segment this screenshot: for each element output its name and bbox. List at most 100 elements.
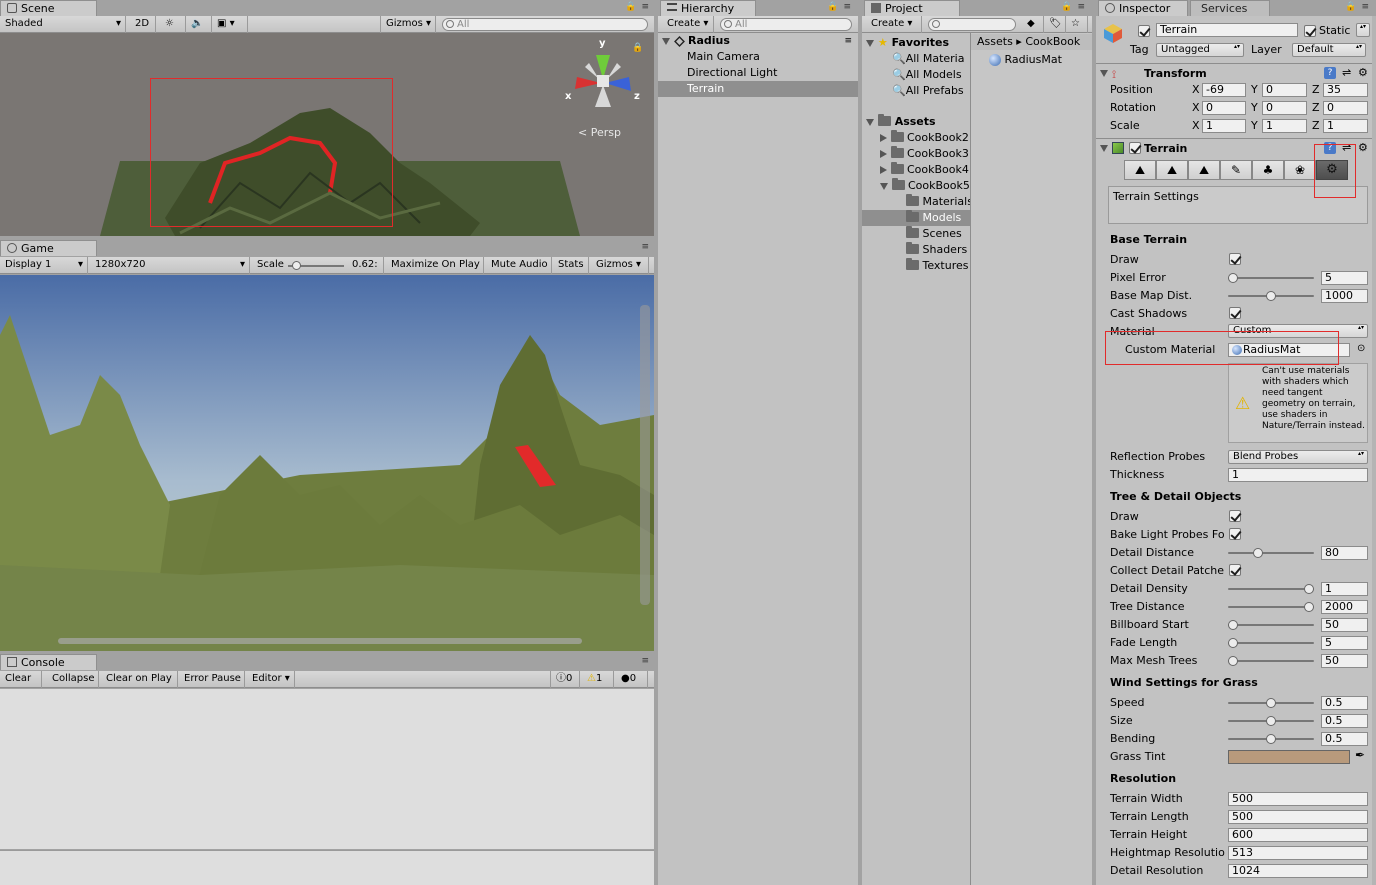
favorites-row[interactable]: ★ Favorites [862,35,970,51]
scene-gizmos-dropdown[interactable]: Gizmos ▾ [380,16,436,33]
game-tab[interactable]: Game [0,240,97,256]
custom-material-field[interactable]: RadiusMat [1228,343,1350,357]
expand-arrow-icon[interactable] [1100,145,1108,152]
terrain-settings-tool[interactable]: ⚙ [1316,160,1348,180]
asset-subfolder[interactable]: Shaders [862,242,970,258]
tag-dropdown[interactable]: Untagged [1156,43,1244,57]
project-create-dropdown[interactable]: Create ▾ [866,16,922,33]
inspector-scrollbar[interactable] [1372,16,1376,885]
scale-slider[interactable]: Scale 0.62: [252,257,384,274]
gameobject-active-checkbox[interactable] [1138,25,1150,37]
base-map-dist-input[interactable]: 1000 [1321,289,1368,303]
display-dropdown[interactable]: Display 1 ▾ [0,257,88,274]
search-by-label-icon[interactable]: 🏷 [1044,16,1066,33]
layer-dropdown[interactable]: Default [1292,43,1366,57]
billboard-start-input[interactable]: 50 [1321,618,1368,632]
game-horizontal-scrollbar[interactable] [58,638,582,644]
expand-arrow-icon[interactable] [880,182,888,190]
lighting-toggle-icon[interactable]: ☼ [160,16,186,33]
paint-texture-tool[interactable]: ✎ [1220,160,1252,180]
hierarchy-item[interactable]: Main Camera [658,49,858,65]
mute-audio-button[interactable]: Mute Audio [486,257,552,274]
audio-toggle-icon[interactable]: 🔈 [186,16,212,33]
asset-subfolder[interactable]: Scenes [862,226,970,242]
editor-dropdown[interactable]: Editor ▾ [247,671,295,688]
scene-viewport[interactable]: y x z < Persp 🔒 [0,33,654,236]
fade-length-input[interactable]: 5 [1321,636,1368,650]
console-collapse-button[interactable]: Collapse [47,671,99,688]
hierarchy-create-dropdown[interactable]: Create ▾ [662,16,714,33]
base-map-dist-slider[interactable] [1228,289,1314,303]
favorite-icon[interactable]: ☆ [1066,16,1088,33]
raise-lower-terrain-tool[interactable]: ⛰ [1124,160,1156,180]
wind-bending-slider[interactable] [1228,732,1314,746]
detail-density-input[interactable]: 1 [1321,582,1368,596]
rotation-y-input[interactable]: 0 [1262,101,1307,115]
wind-bending-input[interactable]: 0.5 [1321,732,1368,746]
project-window-menu-icon[interactable]: 🔒 ≡ [1061,2,1086,12]
hierarchy-tab[interactable]: Hierarchy [660,0,756,16]
slider-knob[interactable] [1228,620,1238,630]
favorite-item[interactable]: 🔍All Models [862,67,970,83]
collapsed-arrow-icon[interactable] [880,150,887,158]
asset-subfolder[interactable]: Textures [862,258,970,274]
heightmap-resolution-input[interactable]: 513 [1228,846,1368,860]
paint-details-tool[interactable]: ❀ [1284,160,1316,180]
hierarchy-window-menu-icon[interactable]: 🔒 ≡ [827,2,852,12]
scale-slider-knob[interactable] [292,261,301,270]
position-z-input[interactable]: 35 [1323,83,1368,97]
hierarchy-scene-row[interactable]: Radius ≡ [658,33,858,49]
preset-icon[interactable]: ⇌ [1342,66,1351,79]
hierarchy-item[interactable]: Directional Light [658,65,858,81]
stats-button[interactable]: Stats [553,257,589,274]
wind-size-input[interactable]: 0.5 [1321,714,1368,728]
error-pause-button[interactable]: Error Pause [179,671,245,688]
error-count-toggle[interactable]: ●0 [616,671,648,688]
slider-knob[interactable] [1228,273,1238,283]
detail-density-slider[interactable] [1228,582,1314,596]
console-window-menu-icon[interactable]: ≡ [641,656,650,666]
inspector-tab[interactable]: Inspector [1098,0,1188,16]
rotation-z-input[interactable]: 0 [1323,101,1368,115]
slider-knob[interactable] [1304,584,1314,594]
slider-knob[interactable] [1266,291,1276,301]
slider-knob[interactable] [1228,638,1238,648]
terrain-height-input[interactable]: 600 [1228,828,1368,842]
gear-icon[interactable]: ⚙ [1358,66,1368,79]
console-detail-area[interactable] [0,850,654,885]
object-picker-icon[interactable]: ⊙ [1357,343,1365,354]
scene-menu-icon[interactable]: ≡ [844,33,852,49]
favorite-item[interactable]: 🔍All Prefabs [862,83,970,99]
scene-window-menu-icon[interactable]: 🔒 ≡ [625,2,650,12]
hierarchy-item-selected[interactable]: Terrain [658,81,858,97]
shading-dropdown[interactable]: Shaded ▾ [0,16,126,33]
console-log-area[interactable] [0,689,654,849]
slider-knob[interactable] [1266,734,1276,744]
cast-shadows-checkbox[interactable] [1229,307,1241,319]
material-dropdown[interactable]: Custom [1228,324,1368,338]
max-mesh-trees-input[interactable]: 50 [1321,654,1368,668]
max-mesh-trees-slider[interactable] [1228,654,1314,668]
asset-folder[interactable]: CookBook3 [862,146,970,162]
tree-draw-checkbox[interactable] [1229,510,1241,522]
expand-arrow-icon[interactable] [662,37,670,45]
terrain-component-header[interactable]: Terrain ? ⇌ ⚙ [1096,141,1376,157]
collapsed-arrow-icon[interactable] [880,134,887,142]
scene-search-input[interactable]: All [442,18,648,31]
asset-folder[interactable]: CookBook5 [862,178,970,194]
wind-speed-slider[interactable] [1228,696,1314,710]
inspector-window-menu-icon[interactable]: 🔒 ≡ [1345,2,1370,12]
asset-folder[interactable]: CookBook4 [862,162,970,178]
warning-count-toggle[interactable]: ⚠1 [582,671,614,688]
bake-light-probes-checkbox[interactable] [1229,528,1241,540]
clear-on-play-button[interactable]: Clear on Play [101,671,178,688]
smooth-height-tool[interactable]: ⛰ [1188,160,1220,180]
log-count-toggle[interactable]: ⓘ0 [550,671,580,688]
breadcrumb-item[interactable]: Assets [977,35,1013,48]
reflection-probes-dropdown[interactable]: Blend Probes [1228,450,1368,464]
slider-knob[interactable] [1266,716,1276,726]
file-item[interactable]: RadiusMat [971,52,1092,68]
terrain-width-input[interactable]: 500 [1228,792,1368,806]
game-gizmos-dropdown[interactable]: Gizmos ▾ [591,257,649,274]
expand-arrow-icon[interactable] [1100,70,1108,77]
